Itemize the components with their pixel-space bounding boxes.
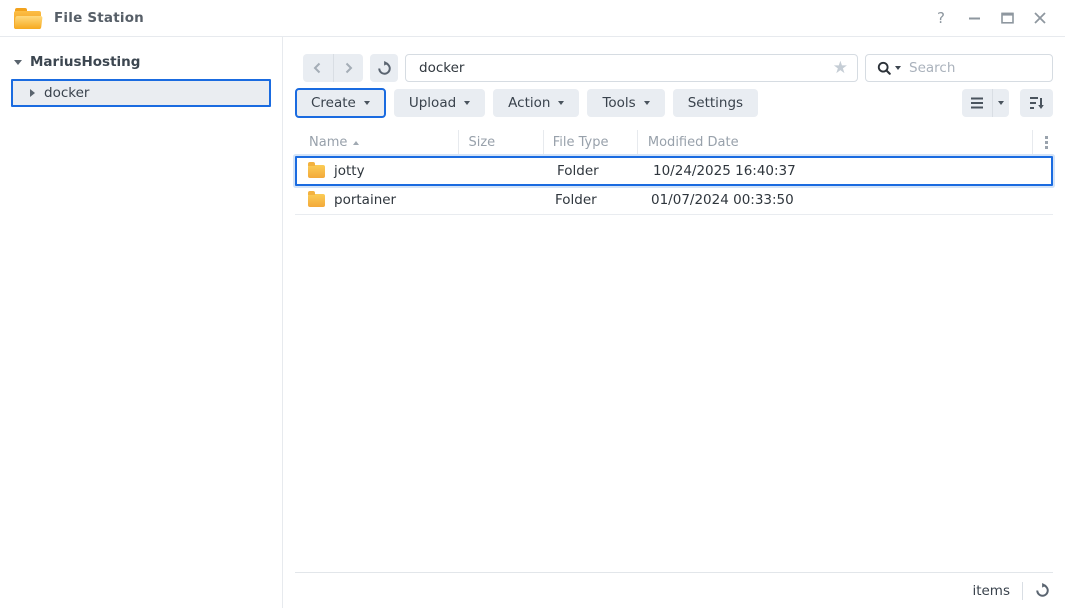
minimize-icon[interactable] [965, 9, 983, 27]
sort-icon [1029, 96, 1045, 110]
action-button-label: Action [508, 95, 550, 111]
view-mode-caret-icon[interactable] [993, 101, 1009, 105]
view-controls [962, 89, 1053, 117]
file-row-portainer[interactable]: portainer Folder 01/07/2024 00:33:50 [295, 186, 1053, 215]
sort-button[interactable] [1020, 89, 1053, 117]
refresh-button[interactable] [370, 54, 398, 82]
file-modified-date: 10/24/2025 16:40:37 [643, 163, 1042, 179]
file-list-empty-area [295, 215, 1053, 572]
sort-asc-icon [353, 141, 359, 145]
app-title: File Station [54, 10, 144, 26]
file-type: Folder [546, 192, 641, 208]
tools-button[interactable]: Tools [587, 89, 664, 117]
sidebar-item-label: docker [44, 85, 89, 101]
tools-button-label: Tools [602, 95, 635, 111]
items-count-label: items [972, 583, 1010, 599]
search-options-caret-icon[interactable] [895, 66, 901, 70]
folder-icon [308, 165, 325, 178]
path-input[interactable] [419, 60, 833, 76]
upload-button-label: Upload [409, 95, 456, 111]
column-header-file-type[interactable]: File Type [544, 130, 638, 156]
file-type: Folder [548, 163, 643, 179]
create-button-label: Create [311, 95, 356, 111]
file-station-app-icon [14, 8, 41, 29]
collapse-arrow-icon[interactable] [14, 60, 22, 65]
main-pane: ★ Create Upload Action [283, 37, 1065, 608]
upload-button[interactable]: Upload [394, 89, 485, 117]
help-icon[interactable]: ? [932, 9, 950, 27]
file-name: portainer [334, 192, 396, 208]
back-button[interactable] [303, 54, 334, 82]
close-icon[interactable] [1031, 9, 1049, 27]
refresh-list-icon[interactable] [1035, 583, 1050, 598]
search-input[interactable] [909, 60, 1043, 76]
chevron-down-icon [558, 101, 564, 105]
action-button[interactable]: Action [493, 89, 579, 117]
folder-icon [308, 194, 325, 207]
sidebar-root-mariushosting[interactable]: MariusHosting [0, 52, 282, 72]
maximize-icon[interactable] [998, 9, 1016, 27]
file-modified-date: 01/07/2024 00:33:50 [641, 192, 1040, 208]
column-header-size[interactable]: Size [459, 130, 543, 156]
settings-button-label: Settings [688, 95, 743, 111]
navigation-row: ★ [295, 54, 1053, 82]
path-bar[interactable]: ★ [405, 54, 858, 82]
column-options-icon[interactable] [1042, 133, 1051, 152]
toolbar: Create Upload Action Tools Settings [295, 88, 1053, 118]
create-button[interactable]: Create [295, 88, 386, 118]
window-controls: ? [932, 9, 1049, 27]
status-divider [1022, 582, 1023, 600]
expand-arrow-icon[interactable] [30, 89, 35, 97]
sidebar-root-label: MariusHosting [30, 54, 140, 70]
column-header-name[interactable]: Name [295, 130, 459, 156]
list-view-icon[interactable] [962, 97, 992, 109]
search-icon[interactable] [877, 61, 892, 76]
status-bar: items [295, 572, 1053, 608]
sidebar: MariusHosting docker [0, 37, 283, 608]
forward-button[interactable] [334, 54, 364, 82]
favorite-star-icon[interactable]: ★ [833, 60, 848, 77]
chevron-down-icon [464, 101, 470, 105]
file-row-jotty[interactable]: jotty Folder 10/24/2025 16:40:37 [295, 156, 1053, 186]
column-header-modified-date[interactable]: Modified Date [638, 130, 1033, 156]
search-box[interactable] [865, 54, 1053, 82]
history-buttons [303, 54, 363, 82]
chevron-down-icon [364, 101, 370, 105]
sidebar-item-docker[interactable]: docker [11, 79, 271, 107]
file-name: jotty [334, 163, 365, 179]
column-options [1033, 130, 1053, 156]
settings-button[interactable]: Settings [673, 89, 758, 117]
chevron-down-icon [644, 101, 650, 105]
view-mode-button[interactable] [962, 89, 1009, 117]
file-list-header: Name Size File Type Modified Date [295, 130, 1053, 156]
title-bar: File Station ? [0, 0, 1065, 37]
